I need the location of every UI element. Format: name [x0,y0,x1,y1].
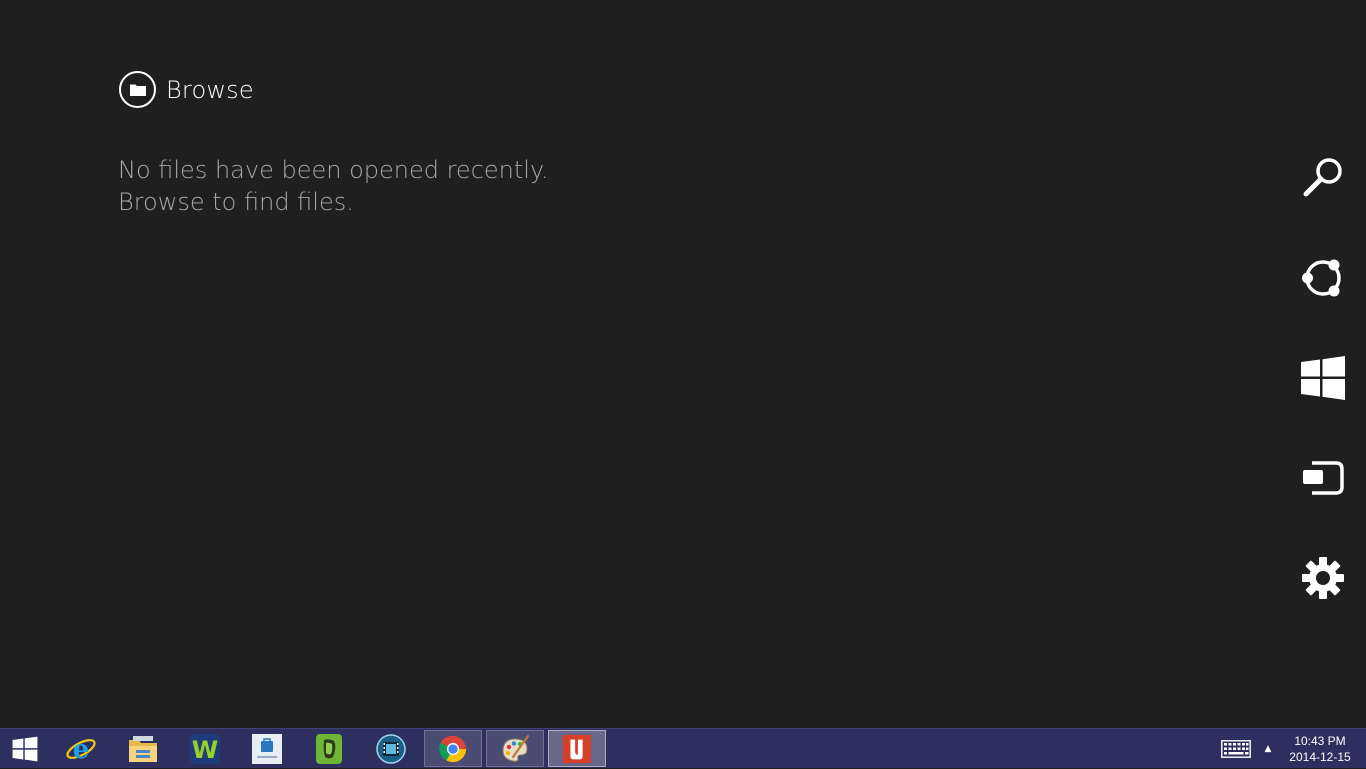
taskbar-app-chrome[interactable] [424,730,482,767]
charm-devices[interactable] [1276,428,1366,528]
film-reel-icon [376,733,406,764]
folder-icon [129,84,146,96]
charm-start[interactable] [1276,328,1366,428]
app-window: Browse No files have been opened recentl… [0,0,1366,728]
windows-logo-icon [12,736,38,762]
taskbar-app-evernote[interactable] [300,730,358,767]
charm-search[interactable] [1276,128,1366,228]
paint-palette-icon [502,734,530,762]
windows-logo-icon [1301,356,1345,400]
taskbar-app-paint[interactable] [486,730,544,767]
clock-time: 10:43 PM [1294,734,1346,748]
chrome-icon [439,735,467,762]
taskbar-app-pdf[interactable] [548,730,606,767]
charm-settings[interactable] [1276,528,1366,628]
devices-icon [1303,461,1344,495]
taskbar-app-internet-explorer[interactable]: e [52,730,110,767]
taskbar-app-video[interactable] [362,730,420,767]
w-app-icon: W [190,733,220,764]
start-button[interactable] [0,729,50,769]
svg-text:e: e [73,735,90,765]
empty-state-line-2: Browse to find files. [118,188,354,216]
keyboard-icon [1221,740,1251,758]
browse-label: Browse [166,75,254,104]
file-explorer-icon [129,735,157,762]
show-hidden-icons-button[interactable]: ▲ [1260,739,1276,759]
taskbar-app-file-explorer[interactable] [114,730,172,767]
empty-state-line-1: No files have been opened recently. [118,156,549,184]
evernote-icon [316,733,342,764]
browse-circle [119,71,156,108]
pdf-app-icon [562,734,592,763]
chevron-up-icon: ▲ [1264,744,1272,754]
touch-keyboard-button[interactable] [1218,737,1254,761]
taskbar-app-w[interactable]: W [176,730,234,767]
taskbar-clock[interactable]: 10:43 PM 2014-12-15 [1282,733,1358,765]
taskbar-app-store[interactable] [238,730,296,767]
empty-state-message: No files have been opened recently. Brow… [118,154,548,218]
browse-button[interactable]: Browse [119,71,254,108]
store-app-icon [252,733,282,764]
search-icon [1303,158,1342,197]
share-icon [1302,259,1341,297]
internet-explorer-icon: e [66,735,96,765]
svg-text:W: W [192,736,218,764]
charm-share[interactable] [1276,228,1366,328]
clock-date: 2014-12-15 [1289,750,1351,764]
taskbar: e W ▲ 10:43 PM 2014-12-15 [0,728,1366,768]
gear-icon [1302,557,1344,599]
